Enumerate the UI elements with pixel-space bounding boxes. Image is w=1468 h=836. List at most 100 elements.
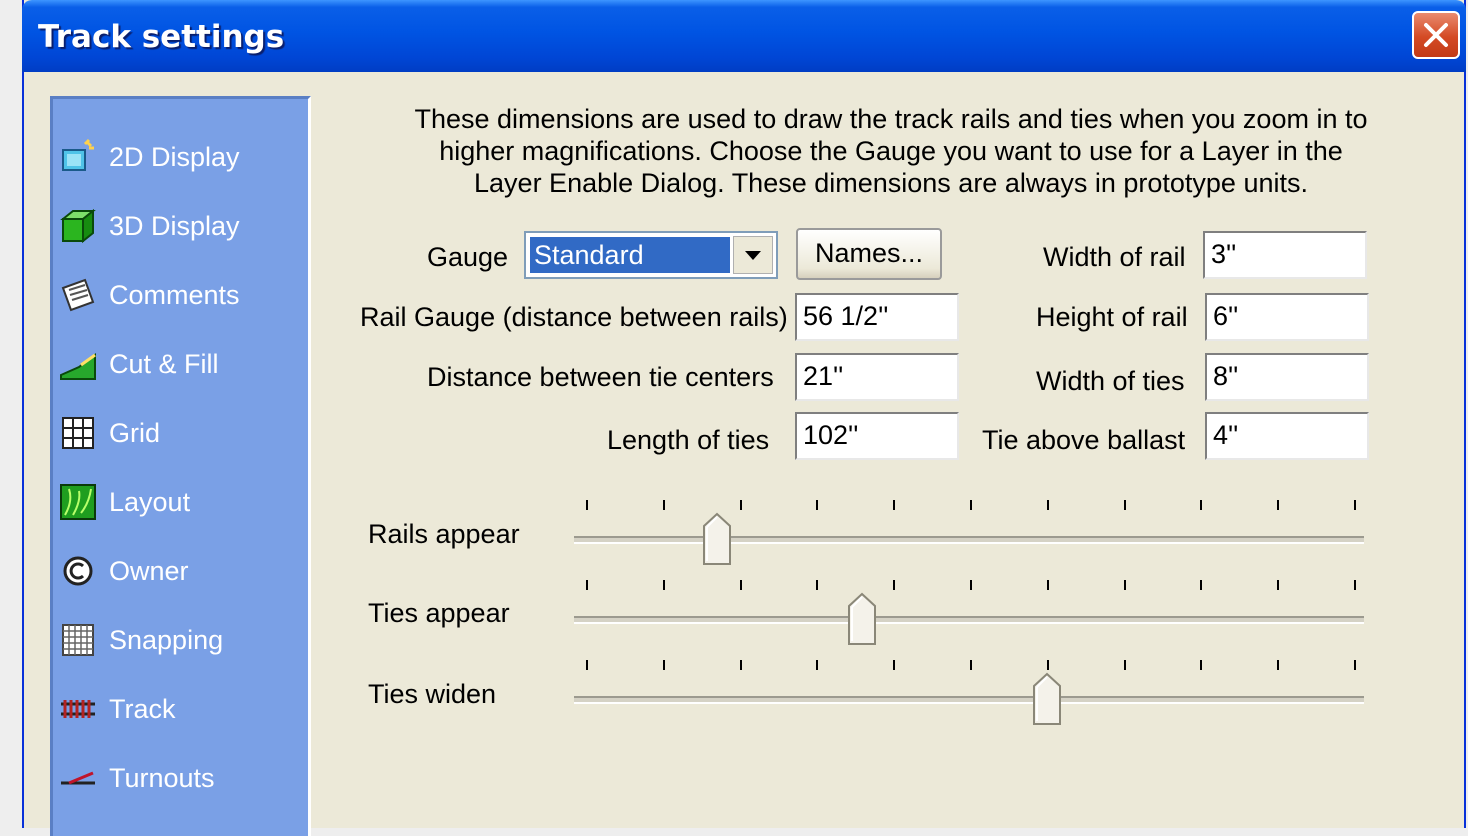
slider-tick <box>1046 500 1049 510</box>
3d-cube-icon <box>60 208 96 244</box>
slider-tick <box>662 580 665 590</box>
dropdown-button[interactable] <box>733 236 773 274</box>
slider-tick <box>893 580 896 590</box>
sidebar-item-snapping[interactable]: Snapping <box>59 615 223 665</box>
gauge-label: Gauge <box>427 242 509 272</box>
slider-tick <box>1123 580 1126 590</box>
tie-distance-field[interactable]: 21'' <box>795 353 959 401</box>
slider-tick <box>816 580 819 590</box>
slider-track[interactable] <box>574 696 1364 704</box>
settings-sidebar: 2D Display 3D Display Comments Cut & Fil… <box>50 96 311 836</box>
gauge-dropdown[interactable]: Standard <box>524 231 778 279</box>
sidebar-item-label: 2D Display <box>109 141 240 172</box>
slider-tick <box>662 660 665 670</box>
sidebar-item-label: Snapping <box>109 624 224 655</box>
slider-tick <box>586 500 588 510</box>
slider-tick <box>893 500 896 510</box>
slider-tick <box>816 660 819 670</box>
slider-track[interactable] <box>574 616 1364 624</box>
slider-tick <box>739 500 742 510</box>
slider-tick <box>970 660 972 670</box>
rail-width-field[interactable]: 3'' <box>1203 231 1367 279</box>
rails-appear-label: Rails appear <box>368 519 520 549</box>
sidebar-item-cut-fill[interactable]: Cut & Fill <box>59 339 219 389</box>
slider-tick <box>1277 500 1280 510</box>
slider-tick <box>1046 580 1049 590</box>
turnouts-icon <box>61 771 95 785</box>
tie-length-field[interactable]: 102'' <box>795 412 959 460</box>
slider-tick <box>1046 660 1049 670</box>
2d-display-icon <box>62 138 94 171</box>
slider-tick <box>1354 580 1356 590</box>
slider-tick <box>1354 500 1356 510</box>
slider-tick <box>1354 660 1356 670</box>
slider-tick <box>1123 500 1126 510</box>
sidebar-item-layout[interactable]: Layout <box>59 477 190 527</box>
close-icon <box>1424 23 1448 47</box>
rail-width-label: Width of rail <box>1043 242 1186 272</box>
slider-tick <box>586 660 588 670</box>
rail-gauge-label: Rail Gauge (distance between rails) <box>360 302 788 332</box>
slider-tick <box>739 660 742 670</box>
chevron-down-icon <box>745 251 761 260</box>
sidebar-item-label: Track <box>109 693 176 724</box>
description-text: These dimensions are used to draw the tr… <box>360 103 1422 199</box>
sidebar-item-track[interactable]: Track <box>59 684 176 734</box>
close-button[interactable] <box>1412 11 1460 59</box>
layout-icon <box>60 484 96 520</box>
description-line: higher magnifications. Choose the Gauge … <box>439 136 1343 166</box>
sidebar-item-label: Grid <box>109 417 161 448</box>
slider-tick <box>1277 660 1280 670</box>
sidebar-item-label: Layout <box>109 486 191 517</box>
slider-thumb[interactable] <box>847 592 877 646</box>
rail-height-field[interactable]: 6'' <box>1205 293 1369 341</box>
slider-tick <box>1277 580 1280 590</box>
title-bar[interactable]: Track settings <box>22 0 1466 72</box>
slider-thumb[interactable] <box>1032 672 1062 726</box>
names-button[interactable]: Names... <box>796 228 942 280</box>
sidebar-item-grid[interactable]: Grid <box>59 408 160 458</box>
track-icon <box>61 700 95 718</box>
sidebar-item-label: Owner <box>109 555 189 586</box>
sidebar-item-label: Comments <box>109 279 240 310</box>
slider-tick <box>970 500 972 510</box>
slider-tick <box>1200 580 1203 590</box>
slider-tick <box>739 580 742 590</box>
description-line: Layer Enable Dialog. These dimensions ar… <box>474 168 1308 198</box>
slider-tick <box>586 580 588 590</box>
slider-track[interactable] <box>574 536 1364 544</box>
rail-height-label: Height of rail <box>1036 302 1188 332</box>
grid-icon <box>62 417 94 449</box>
tie-above-ballast-field[interactable]: 4'' <box>1205 412 1369 460</box>
sidebar-item-label: Cut & Fill <box>109 348 219 379</box>
cut-fill-icon <box>60 353 96 380</box>
rail-gauge-field[interactable]: 56 1/2'' <box>795 293 959 341</box>
sidebar-item-comments[interactable]: Comments <box>59 270 240 320</box>
sidebar-item-label: 3D Display <box>109 210 240 241</box>
tie-width-label: Width of ties <box>1036 366 1185 396</box>
copyright-icon <box>63 556 93 586</box>
sidebar-item-3d-display[interactable]: 3D Display <box>59 201 240 251</box>
slider-tick <box>893 660 896 670</box>
ties-widen-label: Ties widen <box>368 679 497 709</box>
slider-tick <box>1123 660 1126 670</box>
description-line: These dimensions are used to draw the tr… <box>414 104 1368 134</box>
tie-distance-label: Distance between tie centers <box>427 362 774 392</box>
slider-tick <box>1200 660 1203 670</box>
slider-tick <box>970 580 972 590</box>
sidebar-item-owner[interactable]: Owner <box>59 546 189 596</box>
slider-tick <box>816 500 819 510</box>
tie-width-field[interactable]: 8'' <box>1205 353 1369 401</box>
window-title: Track settings <box>38 19 285 55</box>
ties-appear-label: Ties appear <box>368 598 510 628</box>
slider-thumb[interactable] <box>702 512 732 566</box>
snapping-icon <box>62 624 94 656</box>
tie-above-ballast-label: Tie above ballast <box>982 425 1186 455</box>
gauge-selected-value: Standard <box>530 237 730 273</box>
sidebar-item-2d-display[interactable]: 2D Display <box>59 132 240 182</box>
comments-icon <box>61 278 95 312</box>
sidebar-item-label: Turnouts <box>109 762 215 793</box>
sidebar-item-turnouts[interactable]: Turnouts <box>59 753 215 803</box>
tie-length-label: Length of ties <box>607 425 770 455</box>
slider-tick <box>1200 500 1203 510</box>
